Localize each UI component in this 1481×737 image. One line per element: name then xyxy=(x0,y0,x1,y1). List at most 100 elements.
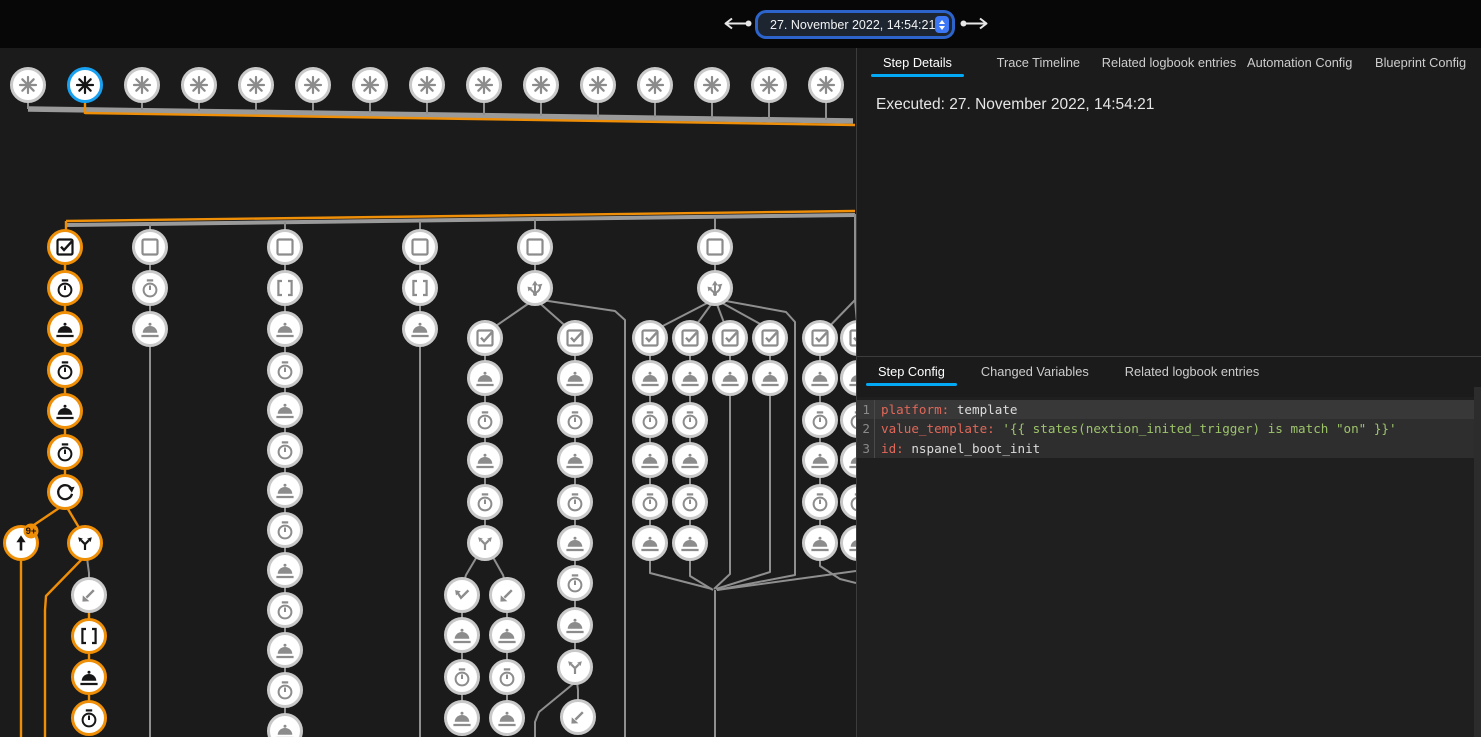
trace-node-timer[interactable] xyxy=(269,514,302,547)
trace-node-timer[interactable] xyxy=(674,486,707,519)
trace-node-service[interactable] xyxy=(634,527,667,560)
trace-node-asterisk[interactable] xyxy=(639,69,672,102)
trace-node-asterisk[interactable] xyxy=(468,69,501,102)
trace-node-timer[interactable] xyxy=(73,702,106,735)
trace-node-asterisk[interactable] xyxy=(753,69,786,102)
tab-changed-variables[interactable]: Changed Variables xyxy=(963,357,1107,386)
trace-node-checkbox-blank[interactable] xyxy=(134,231,167,264)
trace-node-service[interactable] xyxy=(842,444,857,477)
tab-related-logbook-entries[interactable]: Related logbook entries xyxy=(1107,357,1277,386)
trace-node-timer[interactable] xyxy=(269,434,302,467)
code-editor[interactable]: 1platform: template2value_template: '{{ … xyxy=(857,397,1481,737)
trace-node-check-arrow[interactable] xyxy=(446,579,479,612)
trace-node-checkbox-marked[interactable] xyxy=(674,322,707,355)
trace-run-selector[interactable]: 27. November 2022, 14:54:21 xyxy=(758,13,952,36)
trace-node-service[interactable] xyxy=(674,444,707,477)
trace-node-timer[interactable] xyxy=(491,661,524,694)
tab-step-config[interactable]: Step Config xyxy=(860,357,963,386)
trace-node-checkbox-marked[interactable] xyxy=(804,322,837,355)
trace-node-service[interactable] xyxy=(804,444,837,477)
trace-node-asterisk[interactable] xyxy=(12,69,45,102)
trace-node-timer[interactable] xyxy=(269,354,302,387)
trace-node-service[interactable] xyxy=(49,395,82,428)
trace-node-call-split[interactable] xyxy=(559,651,592,684)
trace-node-service[interactable] xyxy=(269,474,302,507)
trace-node-arrow-down-left[interactable] xyxy=(73,579,106,612)
trace-node-asterisk[interactable] xyxy=(297,69,330,102)
trace-node-timer[interactable] xyxy=(842,404,857,437)
trace-node-checkbox-blank[interactable] xyxy=(269,231,302,264)
trace-node-brackets[interactable] xyxy=(73,620,106,653)
tab-automation-config[interactable]: Automation Config xyxy=(1239,48,1360,77)
trace-node-checkbox-blank[interactable] xyxy=(519,231,552,264)
trace-node-service[interactable] xyxy=(674,527,707,560)
trace-node-checkbox-marked[interactable] xyxy=(49,231,82,264)
next-trace-button[interactable] xyxy=(960,17,992,33)
trace-node-checkbox-blank[interactable] xyxy=(404,231,437,264)
trace-node-asterisk[interactable] xyxy=(810,69,843,102)
trace-node-timer[interactable] xyxy=(559,486,592,519)
trace-node-service[interactable] xyxy=(634,444,667,477)
trace-node-arrow-up[interactable]: 9+ xyxy=(5,524,39,560)
trace-node-brackets[interactable] xyxy=(269,272,302,305)
tab-trace-timeline[interactable]: Trace Timeline xyxy=(978,48,1099,77)
trace-node-timer[interactable] xyxy=(49,354,82,387)
tab-step-details[interactable]: Step Details xyxy=(857,48,978,77)
trace-node-timer[interactable] xyxy=(804,404,837,437)
trace-node-service[interactable] xyxy=(559,527,592,560)
trace-node-timer[interactable] xyxy=(49,272,82,305)
trace-node-checkbox-marked[interactable] xyxy=(634,322,667,355)
trace-node-timer[interactable] xyxy=(269,674,302,707)
trace-node-brackets[interactable] xyxy=(404,272,437,305)
trace-node-timer[interactable] xyxy=(134,272,167,305)
trace-node-service[interactable] xyxy=(491,702,524,735)
trace-node-timer[interactable] xyxy=(634,404,667,437)
trace-node-service[interactable] xyxy=(469,444,502,477)
trace-graph-svg[interactable]: 9+ xyxy=(0,48,856,737)
trace-node-service[interactable] xyxy=(269,394,302,427)
trace-node-service[interactable] xyxy=(49,313,82,346)
previous-trace-button[interactable] xyxy=(720,17,752,33)
trace-node-timer[interactable] xyxy=(559,567,592,600)
trace-node-checkbox-marked[interactable] xyxy=(842,322,857,355)
trace-node-service[interactable] xyxy=(714,362,747,395)
trace-node-service[interactable] xyxy=(269,634,302,667)
trace-node-timer[interactable] xyxy=(674,404,707,437)
trace-node-service[interactable] xyxy=(842,362,857,395)
trace-node-service[interactable] xyxy=(269,554,302,587)
trace-node-arrow-down-left[interactable] xyxy=(491,579,524,612)
trace-node-service[interactable] xyxy=(446,619,479,652)
trace-node-checkbox-marked[interactable] xyxy=(754,322,787,355)
trace-node-asterisk[interactable] xyxy=(240,69,273,102)
trace-node-timer[interactable] xyxy=(469,486,502,519)
trace-node-call-split[interactable] xyxy=(469,527,502,560)
trace-node-timer[interactable] xyxy=(634,486,667,519)
tab-blueprint-config[interactable]: Blueprint Config xyxy=(1360,48,1481,77)
trace-node-service[interactable] xyxy=(134,313,167,346)
trace-node-asterisk[interactable] xyxy=(354,69,387,102)
trace-node-service[interactable] xyxy=(559,609,592,642)
trace-node-asterisk[interactable] xyxy=(696,69,729,102)
trace-node-timer[interactable] xyxy=(842,486,857,519)
trace-node-fork[interactable] xyxy=(699,272,732,305)
trace-node-refresh[interactable] xyxy=(49,476,82,509)
trace-node-service[interactable] xyxy=(446,702,479,735)
trace-node-service[interactable] xyxy=(674,362,707,395)
trace-node-timer[interactable] xyxy=(469,404,502,437)
trace-node-arrow-down-left[interactable] xyxy=(562,701,595,734)
trace-node-service[interactable] xyxy=(269,313,302,346)
trace-node-timer[interactable] xyxy=(446,661,479,694)
trace-node-asterisk[interactable] xyxy=(582,69,615,102)
trace-node-checkbox-blank[interactable] xyxy=(699,231,732,264)
trace-node-service[interactable] xyxy=(559,362,592,395)
trace-node-service[interactable] xyxy=(754,362,787,395)
trace-node-service[interactable] xyxy=(842,527,857,560)
trace-node-fork[interactable] xyxy=(519,272,552,305)
tab-related-logbook-entries[interactable]: Related logbook entries xyxy=(1099,48,1239,77)
code-scrollbar[interactable] xyxy=(1474,387,1481,737)
trace-node-asterisk[interactable] xyxy=(525,69,558,102)
trace-node-asterisk[interactable] xyxy=(126,69,159,102)
trace-node-checkbox-marked[interactable] xyxy=(714,322,747,355)
trace-node-call-split[interactable] xyxy=(69,527,102,560)
trace-node-service[interactable] xyxy=(634,362,667,395)
